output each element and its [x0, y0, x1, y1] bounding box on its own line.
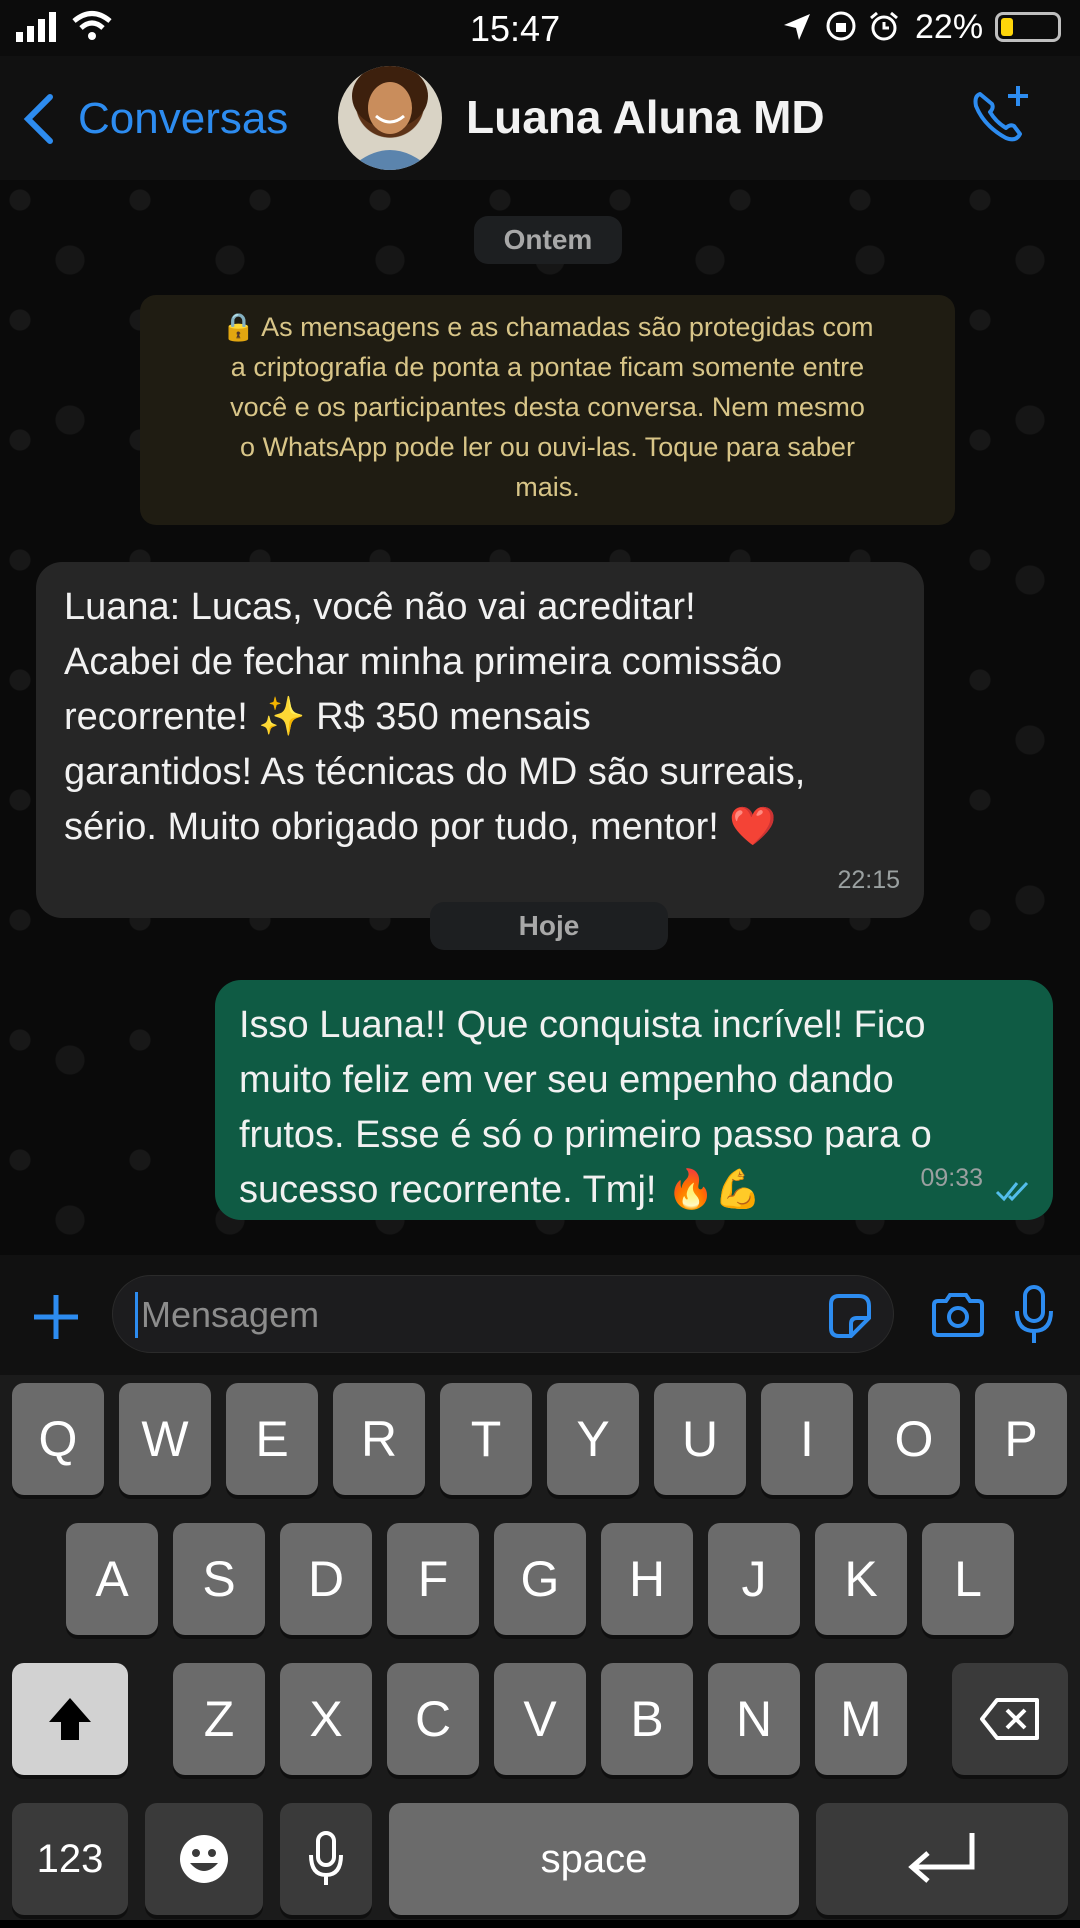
- encryption-notice[interactable]: 🔒 As mensagens e as chamadas são protegi…: [140, 295, 955, 525]
- message-input[interactable]: Mensagem: [112, 1275, 894, 1353]
- encryption-line: o WhatsApp pode ler ou ouvi-las. Toque p…: [240, 432, 855, 462]
- dictation-key[interactable]: [280, 1803, 372, 1915]
- dictation-mic-icon: [309, 1831, 343, 1885]
- keyboard: Q W E R T Y U I O P A S D F G H J K L Z …: [0, 1375, 1080, 1920]
- phone-plus-icon[interactable]: [968, 84, 1032, 148]
- key-c[interactable]: C: [387, 1663, 479, 1775]
- key-f[interactable]: F: [387, 1523, 479, 1635]
- key-i[interactable]: I: [761, 1383, 853, 1495]
- message-line: garantidos! As técnicas do MD são surrea…: [64, 751, 806, 793]
- emoji-key[interactable]: [145, 1803, 263, 1915]
- key-l[interactable]: L: [922, 1523, 1014, 1635]
- chat-area[interactable]: Ontem 🔒 As mensagens e as chamadas são p…: [0, 180, 1080, 1255]
- backspace-icon: [980, 1698, 1039, 1740]
- chat-header: Conversas Luana Aluna MD: [0, 56, 1080, 181]
- signal-icon: [16, 12, 56, 42]
- status-time: 15:47: [470, 8, 561, 49]
- plus-icon[interactable]: [32, 1293, 80, 1341]
- key-r[interactable]: R: [333, 1383, 425, 1495]
- key-o[interactable]: O: [868, 1383, 960, 1495]
- key-d[interactable]: D: [280, 1523, 372, 1635]
- shift-arrow-icon: [49, 1698, 91, 1740]
- battery-percentage: 22%: [915, 8, 984, 46]
- key-e[interactable]: E: [226, 1383, 318, 1495]
- message-time: 22:15: [837, 866, 900, 894]
- message-line: Luana: Lucas, você não vai acreditar!: [64, 586, 696, 628]
- message-time: 09:33: [920, 1164, 983, 1192]
- key-j[interactable]: J: [708, 1523, 800, 1635]
- wifi-icon: [72, 11, 112, 40]
- key-k[interactable]: K: [815, 1523, 907, 1635]
- key-a[interactable]: A: [66, 1523, 158, 1635]
- return-key[interactable]: [816, 1803, 1068, 1915]
- camera-icon[interactable]: [930, 1291, 986, 1339]
- key-p[interactable]: P: [975, 1383, 1067, 1495]
- orientation-lock-icon: [826, 11, 856, 41]
- message-composer: Mensagem: [0, 1255, 1080, 1375]
- location-arrow-icon: [784, 14, 810, 40]
- message-line: sério. Muito obrigado por tudo, mentor! …: [64, 806, 777, 848]
- key-v[interactable]: V: [494, 1663, 586, 1775]
- key-t[interactable]: T: [440, 1383, 532, 1495]
- message-line: recorrente! ✨ R$ 350 mensais: [64, 696, 591, 738]
- back-button[interactable]: Conversas: [78, 94, 288, 144]
- key-x[interactable]: X: [280, 1663, 372, 1775]
- microphone-icon[interactable]: [1014, 1285, 1054, 1345]
- battery-level: [1001, 18, 1013, 36]
- message-line: sucesso recorrente. Tmj! 🔥💪: [239, 1169, 762, 1211]
- outgoing-message-bubble[interactable]: Isso Luana!! Que conquista incrível! Fic…: [215, 980, 1053, 1220]
- space-key[interactable]: space: [389, 1803, 799, 1915]
- text-cursor: [135, 1292, 138, 1338]
- message-placeholder: Mensagem: [141, 1294, 320, 1335]
- encryption-line: 🔒 As mensagens e as chamadas são protegi…: [221, 312, 874, 342]
- key-u[interactable]: U: [654, 1383, 746, 1495]
- message-line: muito feliz em ver seu empenho dando: [239, 1059, 894, 1101]
- date-separator-yesterday: Ontem: [474, 216, 622, 264]
- key-y[interactable]: Y: [547, 1383, 639, 1495]
- sticker-icon[interactable]: [825, 1292, 873, 1340]
- key-b[interactable]: B: [601, 1663, 693, 1775]
- alarm-icon: [870, 11, 898, 41]
- message-line: Isso Luana!! Que conquista incrível! Fic…: [239, 1004, 926, 1046]
- encryption-line: você e os participantes desta conversa. …: [230, 392, 865, 422]
- key-n[interactable]: N: [708, 1663, 800, 1775]
- incoming-message-bubble[interactable]: Luana: Lucas, você não vai acreditar! Ac…: [36, 562, 924, 918]
- date-separator-today: Hoje: [430, 902, 668, 950]
- emoji-icon: [180, 1835, 228, 1883]
- message-line: frutos. Esse é só o primeiro passo para …: [239, 1114, 932, 1156]
- key-z[interactable]: Z: [173, 1663, 265, 1775]
- encryption-line: a criptografia de ponta a pontae ficam s…: [230, 352, 865, 382]
- contact-avatar[interactable]: [338, 66, 442, 170]
- contact-name[interactable]: Luana Aluna MD: [466, 90, 825, 144]
- key-m[interactable]: M: [815, 1663, 907, 1775]
- key-s[interactable]: S: [173, 1523, 265, 1635]
- message-line: Acabei de fechar minha primeira comissão: [64, 641, 783, 683]
- key-h[interactable]: H: [601, 1523, 693, 1635]
- shift-key[interactable]: [12, 1663, 128, 1775]
- numbers-key[interactable]: 123: [12, 1803, 128, 1915]
- back-chevron-icon[interactable]: [22, 94, 54, 144]
- battery-icon: [995, 12, 1061, 42]
- encryption-line: mais.: [515, 472, 580, 502]
- double-check-icon: [995, 1181, 1029, 1202]
- key-g[interactable]: G: [494, 1523, 586, 1635]
- backspace-key[interactable]: [952, 1663, 1068, 1775]
- status-bar: 15:47 22%: [0, 0, 1080, 56]
- key-w[interactable]: W: [119, 1383, 211, 1495]
- return-arrow-icon: [908, 1833, 975, 1883]
- key-q[interactable]: Q: [12, 1383, 104, 1495]
